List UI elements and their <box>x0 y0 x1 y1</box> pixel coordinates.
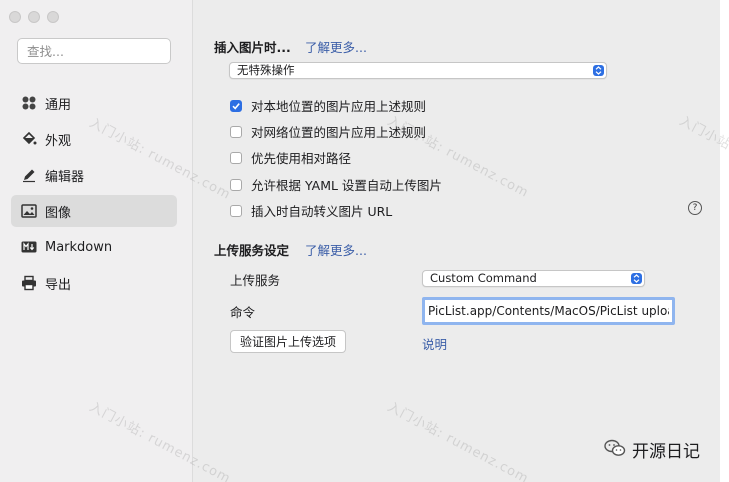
grid-icon <box>21 95 37 111</box>
chevron-updown-icon <box>593 65 604 76</box>
brand-watermark: 开源日记 <box>604 437 700 462</box>
upload-service-select[interactable]: Custom Command <box>422 270 645 287</box>
sidebar-item-image[interactable]: 图像 <box>11 195 177 227</box>
sidebar-item-appearance[interactable]: 外观 <box>11 123 177 155</box>
upload-service-label: 上传服务 <box>230 273 281 288</box>
settings-panel: 插入图片时... 了解更多... 无特殊操作 对本地位置的图片应用上述规则 对网… <box>193 0 720 482</box>
insert-section-title: 插入图片时... <box>214 40 291 55</box>
upload-learn-more-link[interactable]: 了解更多... <box>305 240 367 259</box>
help-icon[interactable]: ? <box>688 201 702 215</box>
preferences-window: 通用 外观 编辑器 图像 <box>0 0 720 482</box>
upload-section-title: 上传服务设定 <box>214 243 290 258</box>
sidebar-item-export[interactable]: 导出 <box>11 267 177 299</box>
markdown-icon <box>21 239 37 255</box>
option-label: 插入时自动转义图片 URL <box>251 204 393 219</box>
sidebar: 通用 外观 编辑器 图像 <box>0 0 193 482</box>
pencil-icon <box>21 167 37 183</box>
image-icon <box>21 203 37 219</box>
option-label: 允许根据 YAML 设置自动上传图片 <box>251 178 442 193</box>
option-label: 对网络位置的图片应用上述规则 <box>251 125 427 140</box>
option-label: 优先使用相对路径 <box>251 151 352 166</box>
printer-icon <box>21 275 37 291</box>
option-label: 对本地位置的图片应用上述规则 <box>251 99 427 114</box>
option-apply-local[interactable]: 对本地位置的图片应用上述规则 <box>230 96 426 115</box>
insert-action-value: 无特殊操作 <box>237 63 295 77</box>
insert-action-select[interactable]: 无特殊操作 <box>229 62 607 79</box>
checkbox-icon[interactable] <box>230 178 242 191</box>
checkbox-icon[interactable] <box>230 204 242 217</box>
sidebar-nav: 通用 外观 编辑器 图像 Markdown 导出 <box>11 87 177 303</box>
sidebar-item-general[interactable]: 通用 <box>11 87 177 119</box>
upload-service-value: Custom Command <box>430 271 537 285</box>
checkbox-checked-icon[interactable] <box>230 99 242 112</box>
command-label: 命令 <box>230 305 256 320</box>
sidebar-item-markdown[interactable]: Markdown <box>11 231 177 263</box>
explain-link[interactable]: 说明 <box>422 334 447 353</box>
close-window-button[interactable] <box>9 11 21 23</box>
paint-bucket-icon <box>21 131 37 147</box>
option-yaml-upload[interactable]: 允许根据 YAML 设置自动上传图片 <box>230 175 442 194</box>
chevron-updown-icon <box>631 273 642 284</box>
sidebar-item-editor[interactable]: 编辑器 <box>11 159 177 191</box>
checkbox-icon[interactable] <box>230 151 242 164</box>
verify-upload-button[interactable]: 验证图片上传选项 <box>230 330 347 353</box>
sidebar-item-label: 通用 <box>45 97 72 113</box>
sidebar-item-label: 编辑器 <box>45 169 85 185</box>
search-input[interactable] <box>17 38 171 64</box>
checkbox-icon[interactable] <box>230 125 242 138</box>
sidebar-item-label: Markdown <box>45 239 113 255</box>
sidebar-item-label: 导出 <box>45 277 72 293</box>
option-escape-url[interactable]: 插入时自动转义图片 URL <box>230 201 392 220</box>
minimize-window-button[interactable] <box>28 11 40 23</box>
sidebar-item-label: 图像 <box>45 205 72 221</box>
option-apply-network[interactable]: 对网络位置的图片应用上述规则 <box>230 122 426 141</box>
command-input[interactable] <box>422 297 675 325</box>
wechat-icon <box>604 439 626 461</box>
option-relative-path[interactable]: 优先使用相对路径 <box>230 148 351 167</box>
zoom-window-button[interactable] <box>47 11 59 23</box>
brand-text: 开源日记 <box>632 442 700 462</box>
sidebar-item-label: 外观 <box>45 133 72 149</box>
insert-learn-more-link[interactable]: 了解更多... <box>305 37 367 56</box>
